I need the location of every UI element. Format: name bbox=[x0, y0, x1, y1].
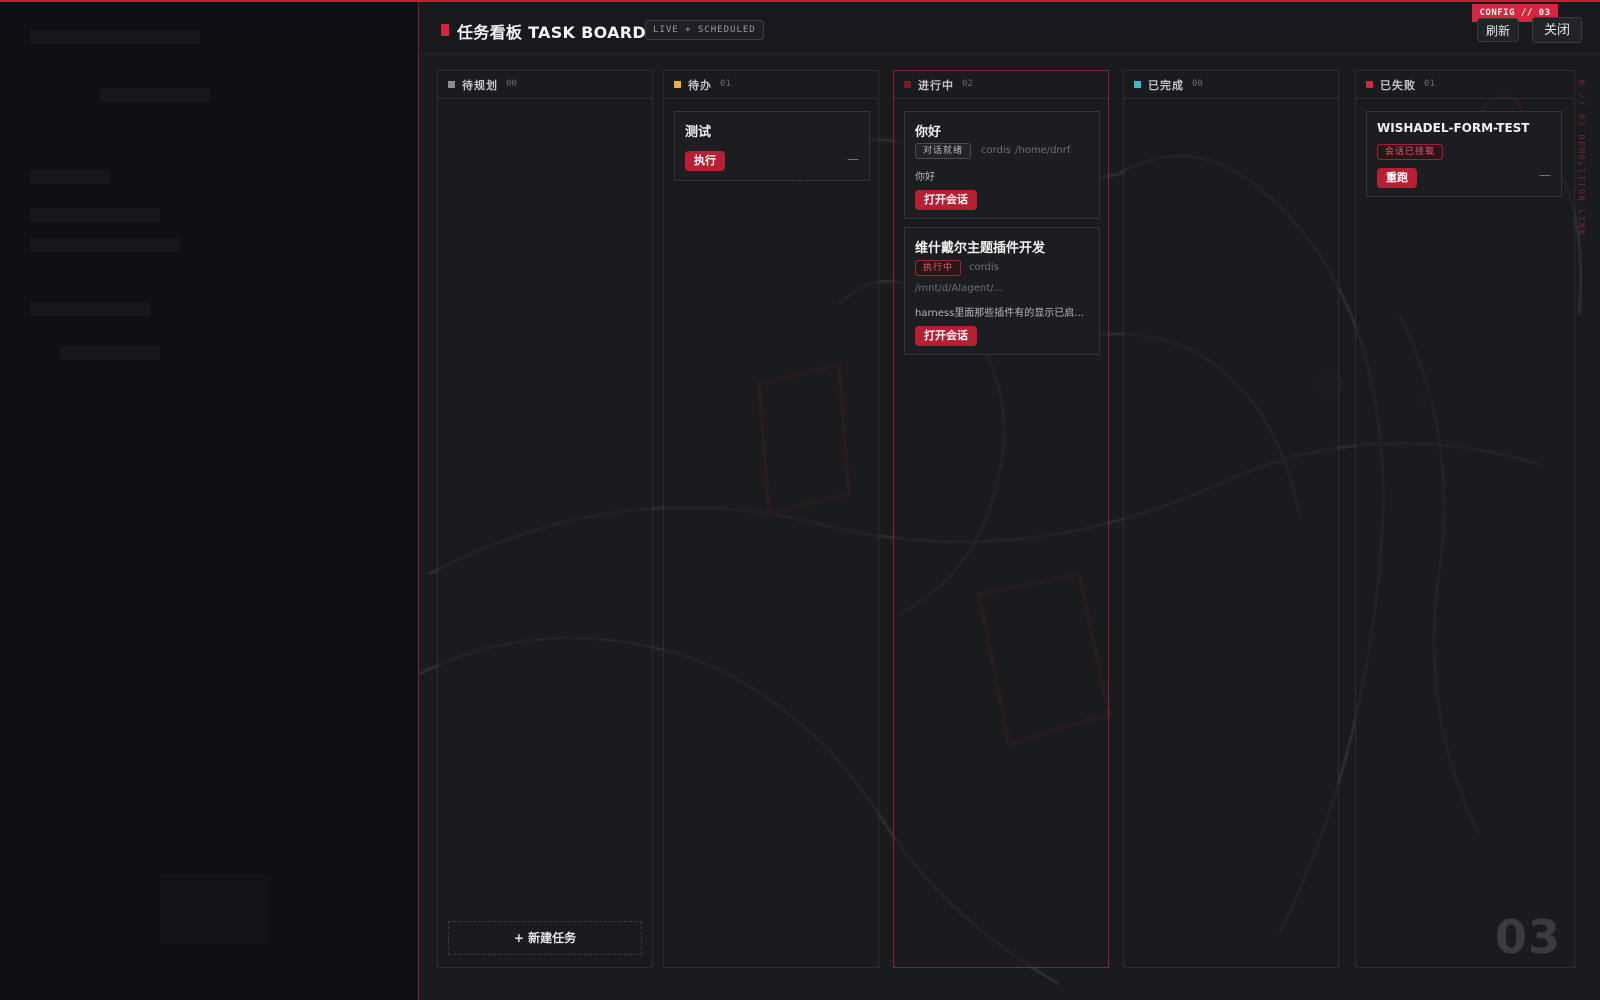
task-description: 你好 bbox=[915, 172, 935, 183]
column-title: 已完成 bbox=[1148, 79, 1184, 92]
title-accent-mark bbox=[441, 24, 449, 36]
ghost-text-line bbox=[30, 238, 180, 252]
column-in-progress: 进行中 02 你好 对话就绪 cordis /home/dnrf 你好 打开会话… bbox=[893, 70, 1109, 968]
ghost-text-line bbox=[30, 302, 150, 316]
page-number-watermark: 03 bbox=[1495, 910, 1562, 964]
board-header: 任务看板 TASK BOARD LIVE + SCHEDULED CONFIG … bbox=[419, 2, 1600, 54]
task-card[interactable]: 维什戴尔主题插件开发 执行中 cordis /mnt/d/AIagent/...… bbox=[904, 227, 1100, 355]
close-button[interactable]: 关闭 bbox=[1532, 17, 1582, 43]
working-path: /mnt/d/AIagent/... bbox=[915, 283, 1004, 294]
column-backlog: 待规划 00 + 新建任务 bbox=[437, 70, 653, 968]
ghost-block bbox=[160, 874, 268, 944]
column-status-dot bbox=[1366, 81, 1373, 88]
ghost-text-line bbox=[30, 30, 200, 44]
column-count: 01 bbox=[1424, 79, 1435, 89]
ghost-text-line bbox=[30, 208, 160, 222]
background-left-pane bbox=[0, 2, 418, 1000]
kanban-board: 待规划 00 + 新建任务 待办 01 测试 执行 — 进行中 02 你好 对话… bbox=[419, 54, 1600, 1000]
agent-name: cordis bbox=[981, 145, 1011, 156]
task-card[interactable]: 测试 执行 — bbox=[674, 111, 870, 181]
session-status-badge: 对话就绪 bbox=[915, 143, 972, 159]
column-header: 已完成 00 bbox=[1124, 71, 1338, 99]
column-count: 02 bbox=[962, 79, 973, 89]
column-status-dot bbox=[1134, 81, 1141, 88]
session-mounted-badge: 会话已挂载 bbox=[1377, 144, 1444, 160]
column-failed: 已失败 01 WISHADEL-FORM-TEST 会话已挂载 重跑 — bbox=[1355, 70, 1575, 968]
running-status-badge: 执行中 bbox=[915, 260, 962, 276]
column-title: 已失败 bbox=[1380, 79, 1416, 92]
column-count: 00 bbox=[506, 79, 517, 89]
column-status-dot bbox=[674, 81, 681, 88]
task-title: 维什戴尔主题插件开发 bbox=[915, 241, 1046, 256]
column-title: 进行中 bbox=[918, 79, 954, 92]
column-header: 待规划 00 bbox=[438, 71, 652, 99]
task-card[interactable]: WISHADEL-FORM-TEST 会话已挂载 重跑 — bbox=[1366, 111, 1562, 197]
task-title: 测试 bbox=[685, 125, 712, 140]
rerun-button[interactable]: 重跑 bbox=[1377, 168, 1417, 188]
task-card[interactable]: 你好 对话就绪 cordis /home/dnrf 你好 打开会话 bbox=[904, 111, 1100, 219]
mode-badge: LIVE + SCHEDULED bbox=[645, 20, 764, 40]
run-button[interactable]: 执行 bbox=[685, 151, 725, 171]
column-done: 已完成 00 bbox=[1123, 70, 1339, 968]
task-title: 你好 bbox=[915, 125, 942, 140]
task-board-panel: 任务看板 TASK BOARD LIVE + SCHEDULED CONFIG … bbox=[418, 2, 1600, 1000]
column-title: 待办 bbox=[688, 79, 712, 92]
refresh-button[interactable]: 刷新 bbox=[1477, 18, 1519, 42]
column-status-dot bbox=[448, 81, 455, 88]
open-session-button[interactable]: 打开会话 bbox=[915, 190, 977, 210]
column-header: 进行中 02 bbox=[894, 71, 1108, 99]
ghost-text-line bbox=[30, 170, 110, 184]
column-header: 待办 01 bbox=[664, 71, 878, 99]
card-menu-dash[interactable]: — bbox=[1539, 168, 1551, 182]
task-description: harness里面那些插件有的显示已启... bbox=[915, 308, 1084, 319]
ghost-text-line bbox=[100, 88, 210, 102]
ghost-text-line bbox=[60, 346, 160, 360]
task-title: WISHADEL-FORM-TEST bbox=[1377, 121, 1530, 135]
open-session-button[interactable]: 打开会话 bbox=[915, 326, 977, 346]
column-count: 01 bbox=[720, 79, 731, 89]
column-title: 待规划 bbox=[462, 79, 498, 92]
working-path: /home/dnrf bbox=[1015, 145, 1071, 156]
column-todo: 待办 01 测试 执行 — bbox=[663, 70, 879, 968]
column-header: 已失败 01 bbox=[1356, 71, 1574, 99]
page-title: 任务看板 TASK BOARD bbox=[457, 23, 646, 42]
column-count: 00 bbox=[1192, 79, 1203, 89]
agent-name: cordis bbox=[969, 262, 999, 273]
card-menu-dash[interactable]: — bbox=[847, 152, 859, 166]
new-task-button[interactable]: + 新建任务 bbox=[448, 921, 642, 955]
column-status-dot bbox=[904, 81, 911, 88]
